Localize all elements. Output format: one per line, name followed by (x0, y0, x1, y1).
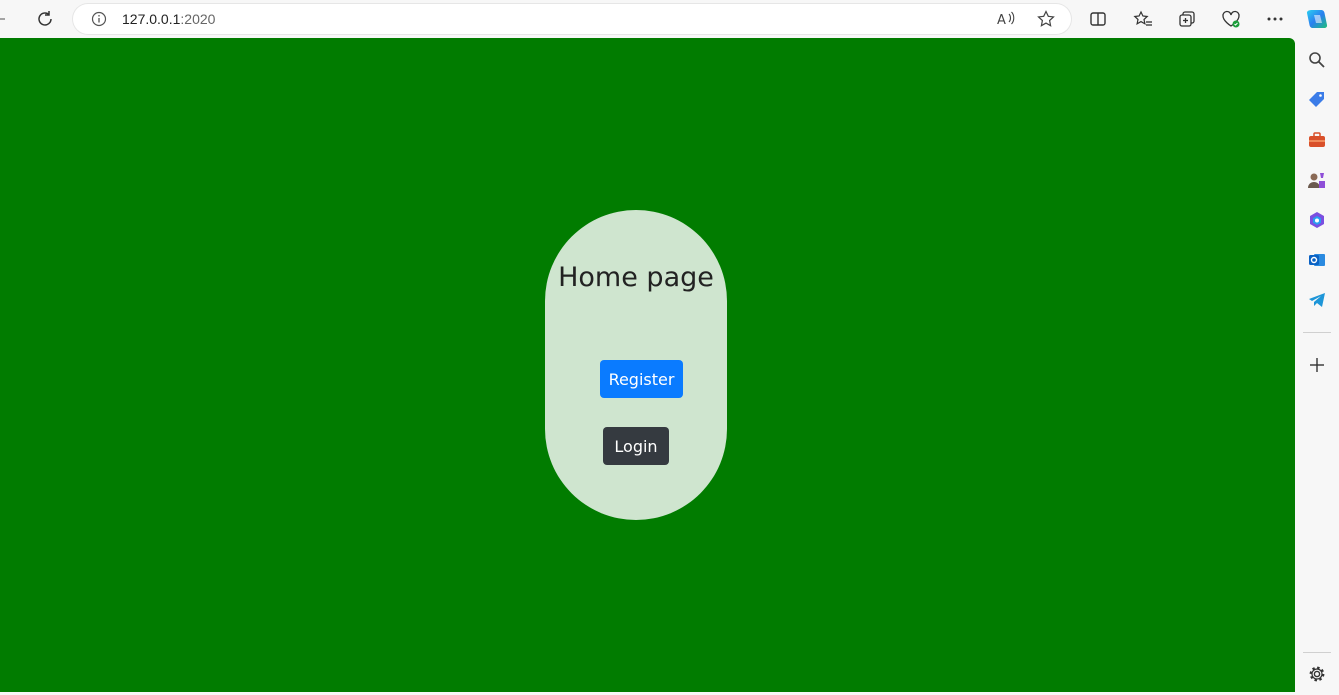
register-button[interactable]: Register (600, 360, 683, 398)
edge-sidebar (1295, 38, 1339, 695)
browser-essentials-icon[interactable] (1219, 7, 1243, 31)
page-title: Home page (558, 262, 714, 293)
url-text: 127.0.0.1:2020 (122, 11, 215, 27)
more-icon[interactable] (1263, 7, 1287, 31)
microsoft365-icon[interactable] (1305, 208, 1329, 232)
sidebar-divider (1303, 652, 1331, 653)
sidebar-divider (1303, 332, 1331, 333)
collections-icon[interactable] (1175, 7, 1199, 31)
back-icon[interactable] (0, 7, 12, 31)
tools-icon[interactable] (1305, 128, 1329, 152)
home-card: Home page Register Login (545, 210, 727, 520)
favorites-icon[interactable] (1131, 7, 1155, 31)
shopping-tag-icon[interactable] (1305, 88, 1329, 112)
add-icon[interactable] (1305, 353, 1329, 377)
url-port: :2020 (180, 11, 216, 27)
telegram-icon[interactable] (1305, 288, 1329, 312)
games-icon[interactable] (1305, 168, 1329, 192)
copilot-icon[interactable] (1305, 7, 1329, 31)
page-viewport: Home page Register Login (0, 38, 1295, 692)
outlook-icon[interactable] (1305, 248, 1329, 272)
favorite-star-icon[interactable] (1034, 7, 1058, 31)
read-aloud-icon[interactable]: A (994, 7, 1018, 31)
search-icon[interactable] (1305, 48, 1329, 72)
login-button[interactable]: Login (603, 427, 669, 465)
address-bar[interactable]: 127.0.0.1:2020 A (73, 4, 1071, 34)
refresh-icon[interactable] (33, 7, 57, 31)
info-icon[interactable] (87, 7, 111, 31)
settings-icon[interactable] (1305, 662, 1329, 686)
svg-text:A: A (997, 13, 1006, 27)
browser-toolbar: 127.0.0.1:2020 A (0, 0, 1339, 38)
url-host: 127.0.0.1 (122, 11, 181, 27)
split-screen-icon[interactable] (1086, 7, 1110, 31)
